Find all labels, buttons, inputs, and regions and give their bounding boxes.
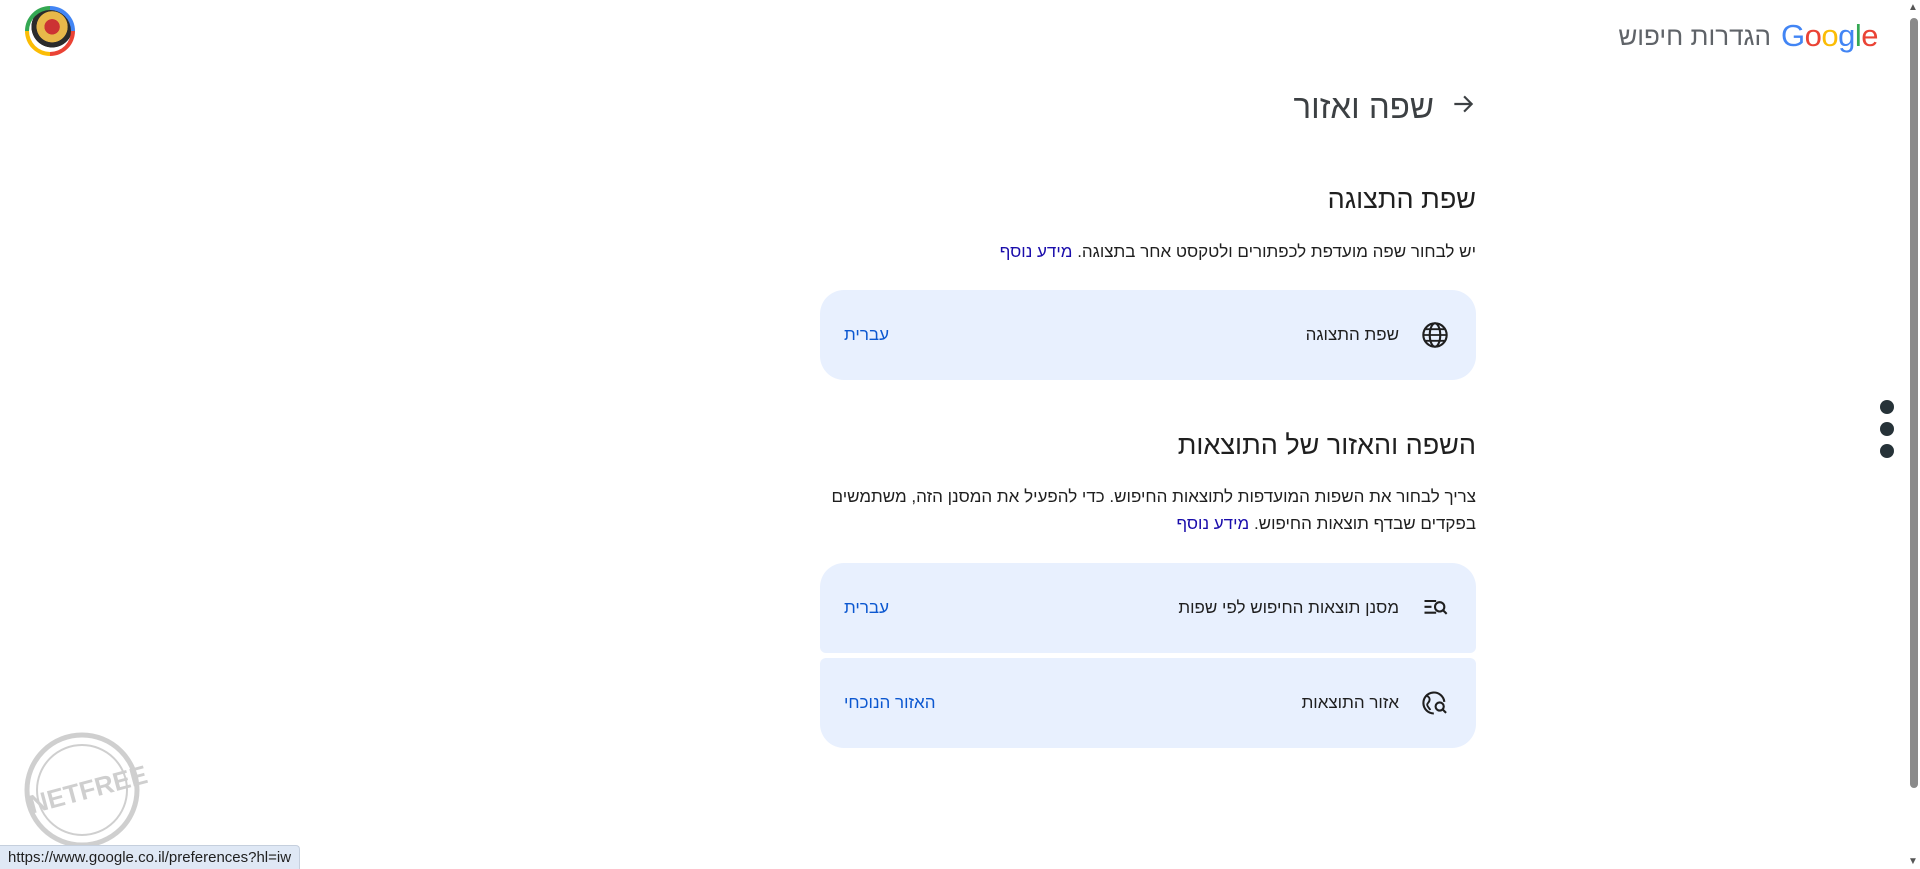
more-options-icon[interactable]	[1880, 400, 1894, 458]
avatar[interactable]	[25, 6, 75, 56]
settings-title: הגדרות חיפוש	[1618, 20, 1771, 51]
display-language-description: יש לבחור שפה מועדפת לכפתורים ולטקסט אחר …	[820, 238, 1476, 265]
card-left: אזור התוצאות	[1302, 689, 1449, 717]
logo-letter: g	[1838, 18, 1855, 53]
results-region-card[interactable]: אזור התוצאות האזור הנוכחי	[820, 658, 1476, 748]
description-text: צריך לבחור את השפות המועדפות לתוצאות החי…	[831, 487, 1477, 533]
logo-letter: e	[1861, 18, 1878, 53]
globe-search-icon	[1422, 691, 1447, 715]
card-label: מסנן תוצאות החיפוש לפי שפות	[1178, 598, 1399, 617]
display-language-card[interactable]: שפת התצוגה עברית	[820, 290, 1476, 380]
scrollbar-thumb[interactable]	[1910, 18, 1918, 788]
card-left: שפת התצוגה	[1306, 321, 1449, 349]
logo-letter: o	[1804, 18, 1822, 53]
card-label: שפת התצוגה	[1305, 325, 1399, 344]
header: Google הגדרות חיפוש	[1618, 18, 1878, 54]
card-value: עברית	[844, 325, 889, 344]
results-language-description: צריך לבחור את השפות המועדפות לתוצאות החי…	[820, 483, 1477, 537]
filter-search-icon	[1424, 599, 1448, 615]
description-text: יש לבחור שפה מועדפת לכפתורים ולטקסט אחר …	[1077, 242, 1476, 261]
display-language-heading: שפת התצוגה	[1327, 184, 1476, 214]
card-value: עברית	[844, 598, 889, 617]
netfree-watermark: NETFREE	[24, 732, 150, 848]
scroll-up-icon[interactable]: ▲	[1908, 2, 1918, 13]
globe-icon	[1422, 322, 1448, 348]
card-value: האזור הנוכחי	[844, 693, 936, 712]
scrollbar[interactable]: ▲ ▼	[1908, 0, 1918, 869]
logo-letter: o	[1821, 18, 1839, 53]
page-heading: שפה ואזור	[1294, 88, 1476, 126]
scroll-down-icon[interactable]: ▼	[1908, 856, 1918, 867]
dot	[1880, 422, 1894, 436]
results-language-heading: השפה והאזור של התוצאות	[1177, 430, 1476, 460]
arrow-right-icon[interactable]	[1450, 91, 1476, 124]
learn-more-link[interactable]: מידע נוסף	[1000, 242, 1073, 261]
dot	[1880, 444, 1894, 458]
page-title: שפה ואזור	[1293, 88, 1434, 125]
logo-letter: G	[1780, 18, 1805, 53]
avatar-image	[29, 10, 71, 52]
learn-more-link[interactable]: מידע נוסף	[1176, 514, 1249, 533]
status-bar-url: https://www.google.co.il/preferences?hl=…	[0, 845, 301, 869]
dot	[1880, 400, 1894, 414]
google-logo[interactable]: Google	[1780, 18, 1879, 54]
card-left: מסנן תוצאות החיפוש לפי שפות	[1178, 594, 1449, 622]
card-label: אזור התוצאות	[1301, 693, 1399, 712]
language-filter-card[interactable]: מסנן תוצאות החיפוש לפי שפות עברית	[820, 563, 1476, 653]
